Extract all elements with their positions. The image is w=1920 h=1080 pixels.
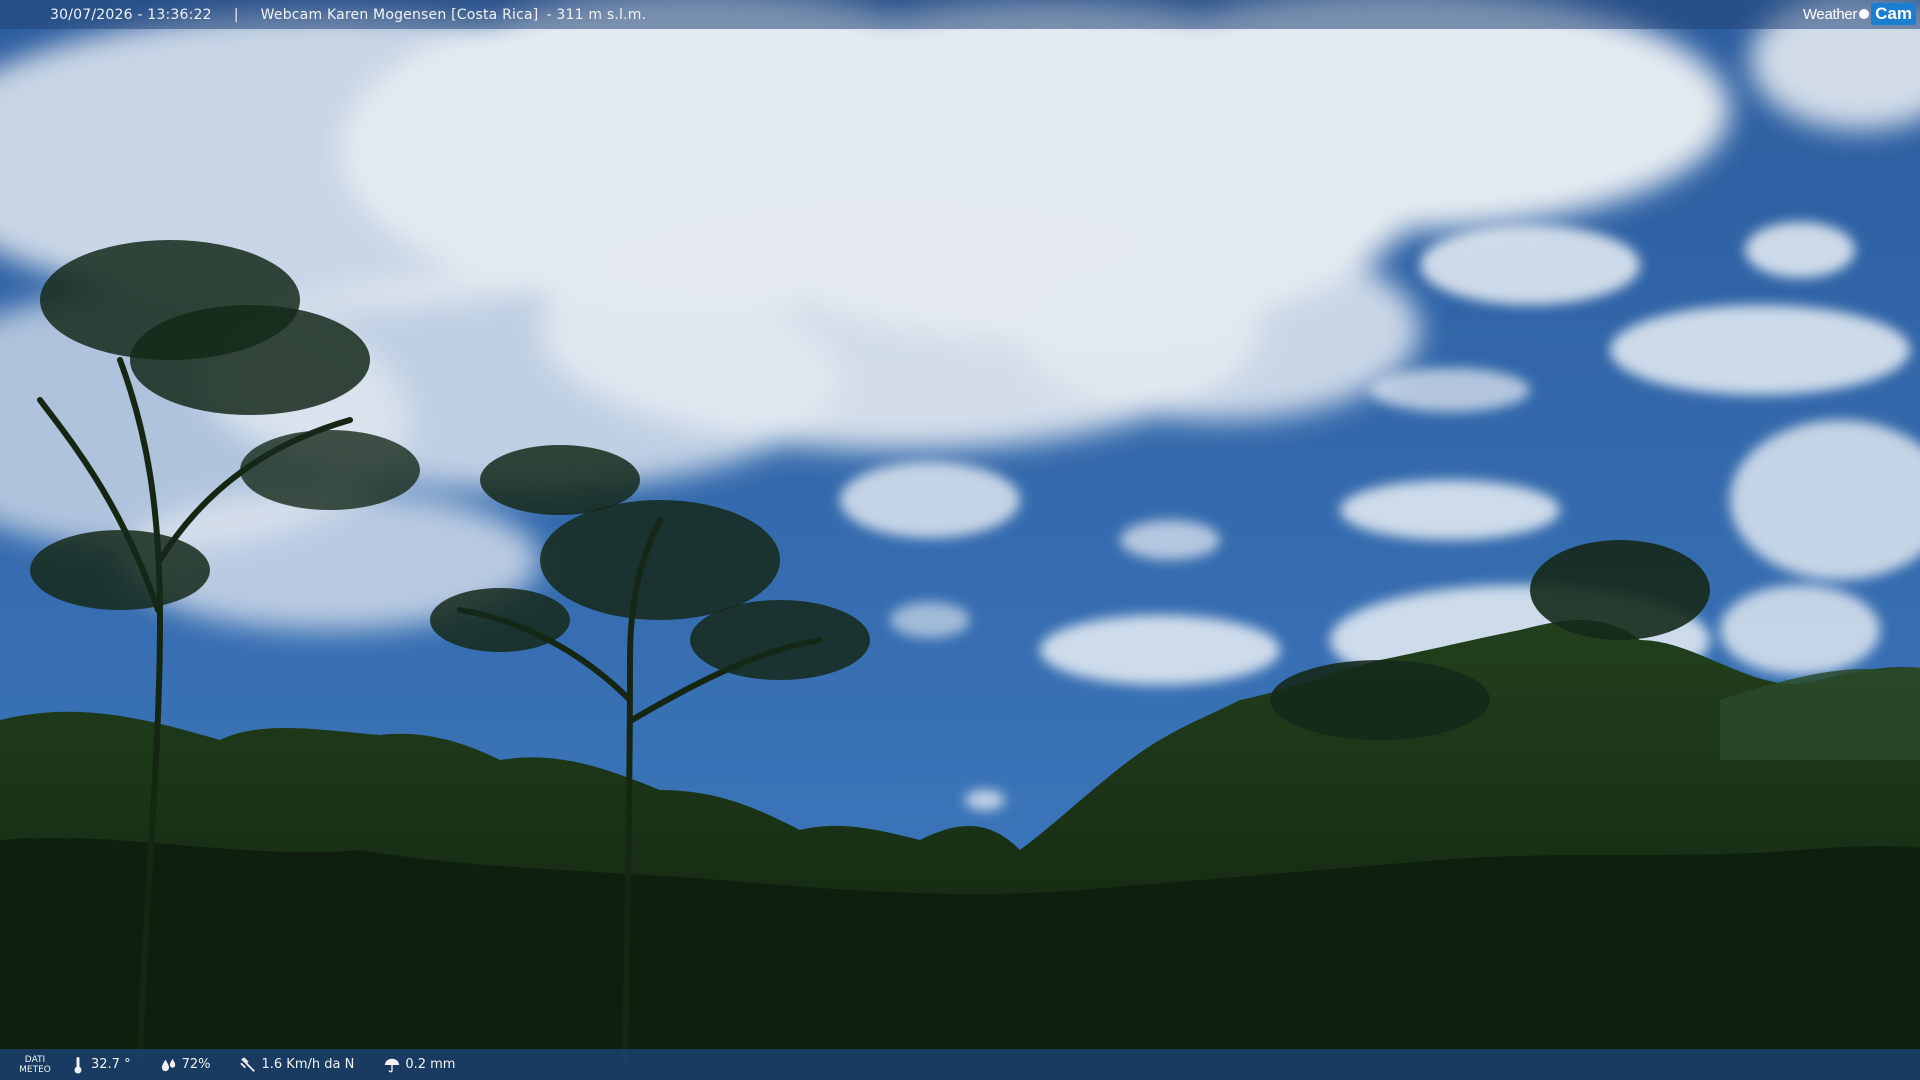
thermometer-icon	[70, 1056, 86, 1074]
wind-icon	[240, 1056, 256, 1074]
temperature-value: 32.7 °	[91, 1057, 131, 1072]
altitude: - 311 m s.l.m.	[546, 6, 647, 23]
weather-data-label: DATI METEO	[19, 1054, 51, 1075]
logo-cam-text: Cam	[1871, 3, 1916, 25]
rain-value: 0.2 mm	[405, 1057, 456, 1072]
webcam-title: Webcam Karen Mogensen [Costa Rica]	[260, 6, 539, 23]
wind-value: 1.6 Km/h da N	[261, 1057, 355, 1072]
rain-umbrella-icon	[384, 1056, 400, 1074]
humidity-drops-icon	[161, 1056, 177, 1074]
logo-weather-text: Weather	[1802, 5, 1858, 23]
wind-reading: 1.6 Km/h da N	[240, 1056, 354, 1074]
webcam-info-bar: 30/07/2026 - 13:36:22 | Webcam Karen Mog…	[0, 0, 1920, 29]
logo-dot-icon	[1859, 9, 1870, 19]
rain-reading: 0.2 mm	[384, 1056, 455, 1074]
timestamp: 30/07/2026 - 13:36:22	[50, 6, 212, 23]
weather-data-bar: DATI METEO 32.7 ° 72% 1.6 Km/h da N 0.2 …	[0, 1049, 1920, 1080]
webcam-scene	[0, 0, 1920, 1080]
temperature-reading: 32.7 °	[70, 1056, 131, 1074]
weathercam-logo[interactable]: Weather Cam	[1803, 2, 1916, 26]
humidity-value: 72%	[181, 1057, 211, 1072]
humidity-reading: 72%	[161, 1056, 211, 1074]
landscape-image	[0, 0, 1920, 1080]
separator: |	[233, 6, 239, 23]
